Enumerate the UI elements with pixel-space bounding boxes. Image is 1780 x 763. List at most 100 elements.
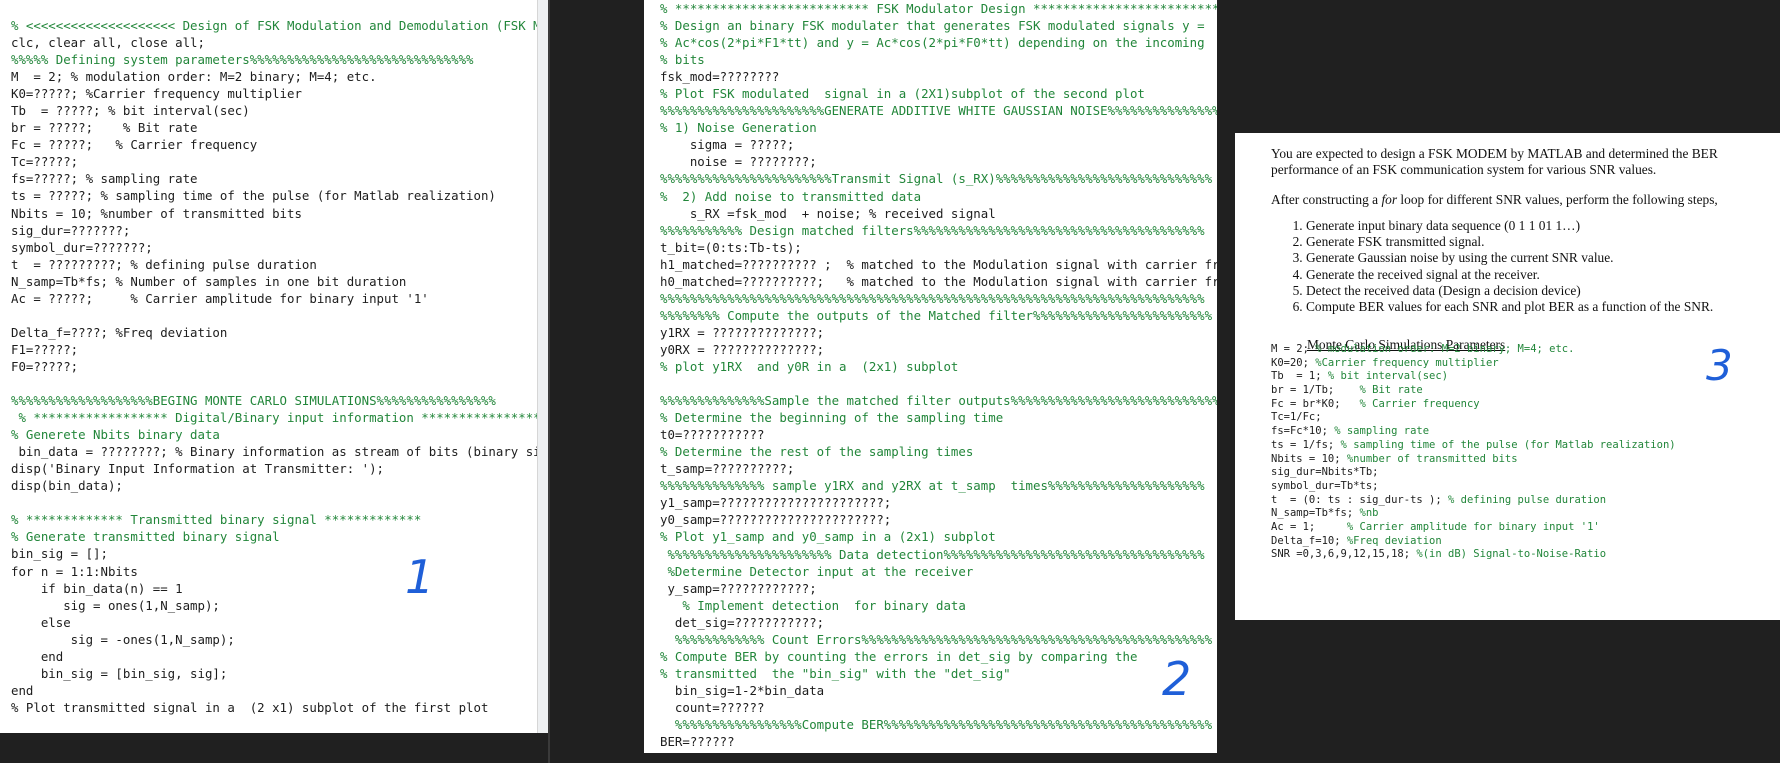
- param-comment: % bit interval(sec): [1327, 370, 1449, 383]
- code-panel-2: % ************************** FSK Modulat…: [644, 0, 1217, 753]
- code-line: y0_samp=??????????????????????;: [660, 512, 892, 528]
- code-line: t0=???????????: [660, 427, 765, 443]
- code-line: s_RX =fsk_mod + noise; % received signal: [660, 205, 996, 221]
- param-code: N_samp=Tb*fs;: [1271, 507, 1360, 520]
- param-code: t = (0: ts : sig_dur-ts );: [1271, 493, 1449, 506]
- param-line: symbol_dur=Tb*ts;: [1271, 480, 1676, 494]
- param-line: M = 2; % modulation order: M=2 binary; M…: [1271, 343, 1676, 357]
- code-line: %%%%%%%%%%%%%%%%%%%%%%%Transmit Signal (…: [660, 171, 1213, 187]
- param-line: Tc=1/Fc;: [1271, 411, 1676, 425]
- loop-instruction-prefix: After constructing a: [1271, 192, 1382, 207]
- param-line: Fc = br*K0; % Carrier frequency: [1271, 398, 1676, 412]
- code-line: fs=?????; % sampling rate: [11, 171, 198, 187]
- code-line: t_samp=??????????;: [660, 461, 795, 477]
- code-line: h0_matched=??????????; % matched to the …: [660, 273, 1217, 289]
- code-line: %%%%%%%%%%%%%% sample y1RX and y2RX at t…: [660, 478, 1205, 494]
- code-line: ts = ?????; % sampling time of the pulse…: [11, 188, 496, 204]
- code-line: Ac = ?????; % Carrier amplitude for bina…: [11, 290, 429, 306]
- code-line: sig = ones(1,N_samp);: [11, 597, 220, 613]
- code-line: y0RX = ??????????????;: [660, 341, 825, 357]
- code-line: noise = ????????;: [660, 154, 817, 170]
- param-comment: % modulation order: M=2 binary; M=4; etc…: [1315, 343, 1575, 355]
- loop-instruction-suffix: loop for different SNR values, perform t…: [1397, 192, 1718, 207]
- step-item: Compute BER values for each SNR and plot…: [1306, 299, 1741, 315]
- code-line: Delta_f=????; %Freq deviation: [11, 324, 228, 340]
- param-code: M = 2;: [1271, 343, 1316, 355]
- param-comment: %Carrier frequency multiplier: [1315, 356, 1499, 369]
- param-comment: %number of transmitted bits: [1346, 452, 1518, 465]
- param-comment: % Carrier amplitude for binary input '1': [1346, 520, 1600, 533]
- param-comment: % defining pulse duration: [1448, 493, 1607, 506]
- code-line: %%%%% Defining system parameters%%%%%%%%…: [11, 52, 474, 68]
- code-line: br = ?????; % Bit rate: [11, 120, 198, 136]
- param-line: fs=Fc*10; % sampling rate: [1271, 425, 1676, 439]
- code-line: % Plot y1_samp and y0_samp in a (2x1) su…: [660, 529, 996, 545]
- code-line: Tc=?????;: [11, 154, 79, 170]
- param-code: Tc=1/Fc;: [1271, 411, 1322, 424]
- code-line: symbol_dur=???????;: [11, 239, 153, 255]
- param-code: K0=20;: [1271, 356, 1316, 369]
- panel-divider: [548, 0, 550, 763]
- code-line: % <<<<<<<<<<<<<<<<<<<< Design of FSK Mod…: [11, 18, 550, 33]
- step-item: Generate the received signal at the rece…: [1306, 267, 1741, 283]
- code-line: y1_samp=??????????????????????;: [660, 495, 892, 511]
- code-line: % Determine the rest of the sampling tim…: [660, 444, 974, 460]
- param-comment: % sampling rate: [1334, 425, 1430, 438]
- step-item: Detect the received data (Design a decis…: [1306, 283, 1741, 299]
- code-line: det_sig=???????????;: [660, 614, 825, 630]
- code-line: fsk_mod=????????: [660, 69, 780, 85]
- code-line: % transmitted the "bin_sig" with the "de…: [660, 665, 1011, 681]
- code-line: %%%%%%%%%%%%%%%%%%%BEGING MONTE CARLO SI…: [11, 393, 496, 409]
- param-code: Fc = br*K0;: [1271, 397, 1360, 410]
- handwritten-annotation-1: 1: [405, 550, 435, 604]
- assignment-panel: You are expected to design a FSK MODEM b…: [1235, 133, 1780, 620]
- code-line: t = ?????????; % defining pulse duration: [11, 256, 317, 272]
- code-line: Nbits = 10; %number of transmitted bits: [11, 205, 302, 221]
- code-line: %%%%%%%%%%%%%%%%%Compute BER%%%%%%%%%%%%…: [660, 716, 1213, 732]
- code-line: % Ac*cos(2*pi*F1*tt) and y = Ac*cos(2*pi…: [660, 35, 1205, 51]
- steps-list: Generate input binary data sequence (0 1…: [1271, 218, 1741, 315]
- code-panel-1: % <<<<<<<<<<<<<<<<<<<< Design of FSK Mod…: [0, 0, 550, 733]
- code-line: Fc = ?????; % Carrier frequency: [11, 137, 258, 153]
- param-code: Nbits = 10;: [1271, 452, 1347, 465]
- code-listing-1: % <<<<<<<<<<<<<<<<<<<< Design of FSK Mod…: [11, 17, 550, 733]
- code-line: end: [11, 682, 34, 698]
- code-line: % Determine the beginning of the samplin…: [660, 410, 1004, 426]
- code-line: %%%%%%%%%%% Design matched filters%%%%%%…: [660, 222, 1205, 238]
- code-line: % Implement detection for binary data: [660, 597, 966, 613]
- code-line: F0=?????;: [11, 358, 79, 374]
- code-line: Tb = ?????; % bit interval(sec): [11, 103, 250, 119]
- code-line: for n = 1:1:Nbits: [11, 563, 138, 579]
- param-comment: %(in dB) Signal-to-Noise-Ratio: [1416, 548, 1607, 561]
- code-line: %Determine Detector input at the receive…: [660, 563, 974, 579]
- step-item: Generate Gaussian noise by using the cur…: [1306, 250, 1741, 266]
- handwritten-annotation-3: 3: [1706, 341, 1733, 390]
- code-line: %%%%%%%%%%%%%%%%%%%%%% Data detection%%%…: [660, 546, 1205, 562]
- step-item: Generate FSK transmitted signal.: [1306, 234, 1741, 250]
- param-comment: %Freq deviation: [1346, 534, 1442, 547]
- code-listing-2: % ************************** FSK Modulat…: [660, 0, 1217, 750]
- param-line: K0=20; %Carrier frequency multiplier: [1271, 357, 1676, 371]
- code-line: clc, clear all, close all;: [11, 35, 205, 51]
- code-line: sigma = ?????;: [660, 137, 795, 153]
- code-line: % ************* Transmitted binary signa…: [11, 512, 422, 528]
- code-line: %%%%%%%% Compute the outputs of the Matc…: [660, 307, 1213, 323]
- code-line: N_samp=Tb*fs; % Number of samples in one…: [11, 273, 407, 289]
- code-line: else: [11, 614, 71, 630]
- code-line: bin_sig=1-2*bin_data: [660, 682, 825, 698]
- handwritten-annotation-2: 2: [1162, 652, 1192, 706]
- param-line: Ac = 1; % Carrier amplitude for binary i…: [1271, 521, 1676, 535]
- code-line: % Plot FSK modulated signal in a (2X1)su…: [660, 86, 1145, 102]
- param-line: SNR =0,3,6,9,12,15,18; %(in dB) Signal-t…: [1271, 548, 1676, 562]
- param-comment: % sampling time of the pulse (for Matlab…: [1340, 438, 1676, 451]
- assignment-text: You are expected to design a FSK MODEM b…: [1271, 146, 1741, 353]
- code-line: %%%%%%%%%%%%%%Sample the matched filter …: [660, 393, 1217, 409]
- param-comment: % Carrier frequency: [1359, 397, 1480, 410]
- param-line: N_samp=Tb*fs; %nb: [1271, 507, 1676, 521]
- param-code: Tb = 1;: [1271, 370, 1328, 383]
- code-line: % Plot transmitted signal in a (2 x1) su…: [11, 699, 489, 715]
- param-code: SNR =0,3,6,9,12,15,18;: [1271, 548, 1417, 561]
